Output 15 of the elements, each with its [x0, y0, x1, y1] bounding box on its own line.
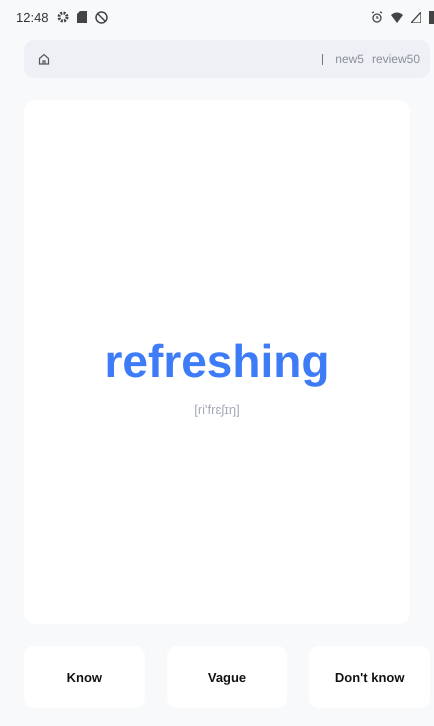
answer-button[interactable]: Vague: [166, 646, 288, 708]
home-icon[interactable]: [38, 53, 50, 65]
sd-card-icon: [76, 11, 87, 23]
answer-button[interactable]: Don't know: [309, 646, 430, 708]
blocked-icon: [94, 10, 108, 24]
phonetic: [ri'frɛʃɪŋ]: [194, 402, 240, 416]
gear-icon: [56, 11, 69, 23]
answer-button[interactable]: Know: [24, 646, 145, 708]
new-count: new5: [335, 52, 364, 66]
status-time: 12:48: [16, 10, 49, 24]
alarm-icon: [371, 11, 383, 23]
review-count: review50: [372, 52, 420, 66]
word: refreshing: [104, 334, 330, 388]
signal-icon: [411, 12, 421, 22]
wifi-icon: [391, 12, 403, 22]
